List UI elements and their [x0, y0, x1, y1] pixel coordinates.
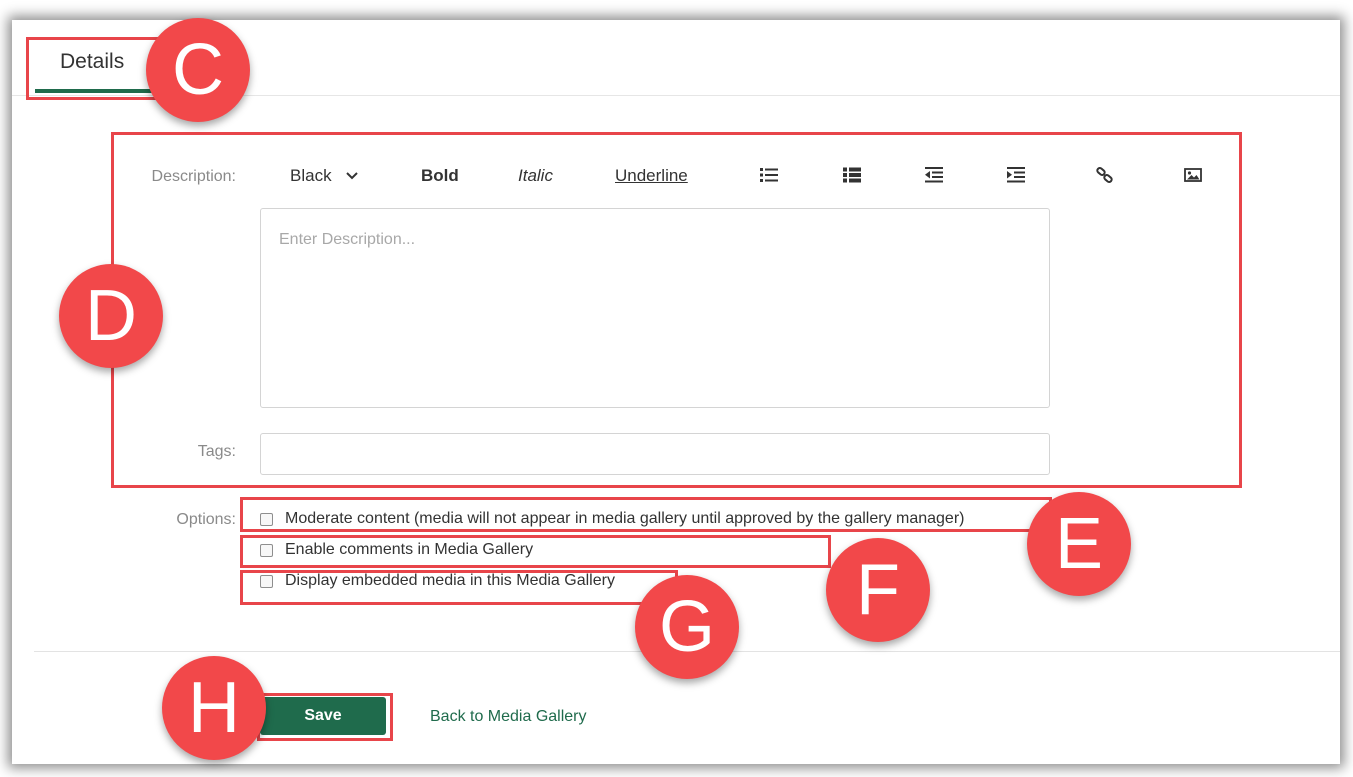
- back-to-media-gallery-link[interactable]: Back to Media Gallery: [430, 708, 587, 726]
- annotation-badge-d: D: [59, 264, 163, 368]
- annotation-badge-h: H: [162, 656, 266, 760]
- annotation-badge-f: F: [826, 538, 930, 642]
- annotation-box-d: [111, 132, 1242, 488]
- annotation-box-e: [240, 497, 1052, 532]
- annotation-badge-c: C: [146, 18, 250, 122]
- annotation-box-f: [240, 535, 831, 568]
- options-label: Options:: [176, 511, 236, 528]
- annotation-badge-g: G: [635, 575, 739, 679]
- annotation-box-g: [240, 570, 678, 605]
- annotation-box-c: [26, 37, 166, 100]
- media-gallery-settings-panel: Details ts Description: Black Bold Itali…: [12, 18, 1340, 764]
- annotation-badge-e: E: [1027, 492, 1131, 596]
- annotation-box-h: [257, 693, 393, 741]
